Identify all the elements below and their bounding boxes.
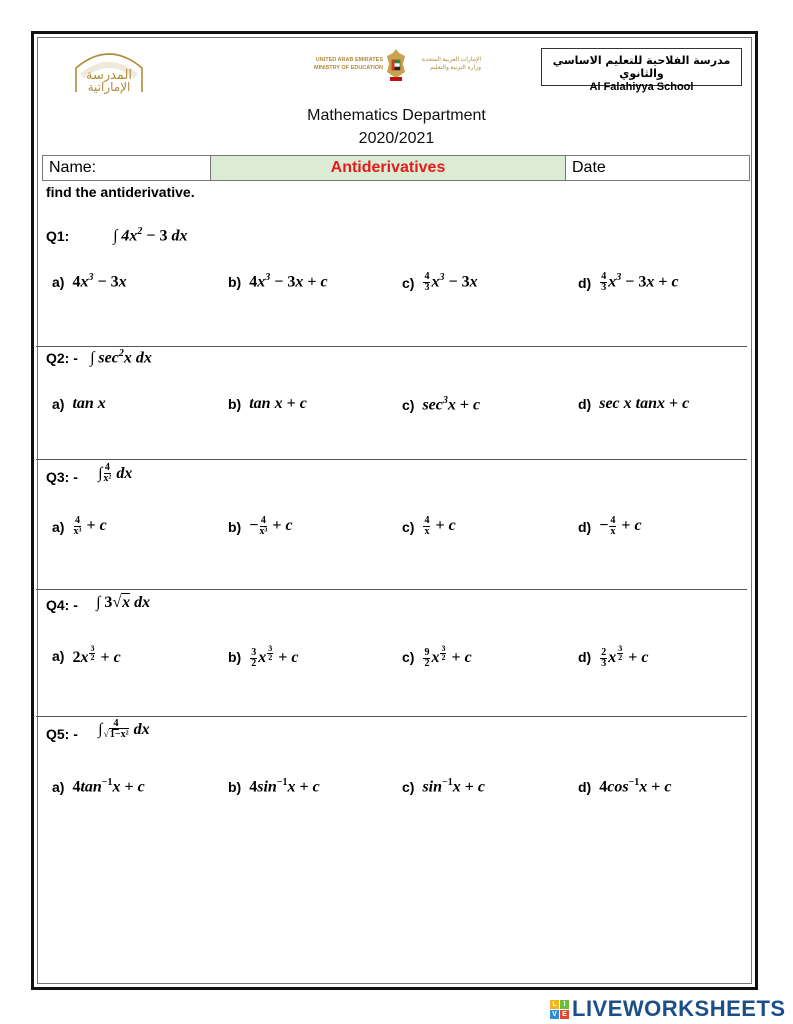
academic-year: 2020/2021 [358, 130, 435, 147]
option-a[interactable]: a) 4 x³ + c [52, 516, 107, 537]
option-d[interactable]: d) sec x tanx + c [578, 395, 689, 413]
separator [36, 589, 747, 590]
option-c[interactable]: c) sin−1x + c [402, 777, 485, 796]
option-d[interactable]: d) 4 3 x3 − 3x + c [578, 272, 679, 293]
question-label: Q3: - [46, 469, 78, 485]
question-expression: ∫ 4 x² dx [98, 462, 133, 484]
question-label: Q4: - [46, 597, 78, 613]
question-expression: ∫ sec2x dx [90, 348, 152, 367]
department-title: Mathematics Department [307, 107, 486, 124]
option-a[interactable]: a) 2x 3 2 + c [52, 645, 121, 667]
option-b[interactable]: b) 4sin−1x + c [228, 777, 320, 796]
separator [36, 346, 747, 347]
option-b[interactable]: b) 3 2 x 3 2 + c [228, 645, 298, 669]
moe-ar-line2: وزارة التربية والتعليم [429, 65, 481, 71]
logo-text-line2: الإماراتية [88, 80, 131, 94]
option-a[interactable]: a) 4tan−1x + c [52, 777, 145, 796]
moe-en-line1: UNITED ARAB EMIRATES [315, 57, 383, 63]
name-field[interactable]: Name: [43, 156, 211, 180]
name-label: Name: [49, 159, 97, 176]
option-d[interactable]: d) 4cos−1x + c [578, 777, 671, 796]
moe-ar-line1: الإمارات العربية المتحدة [421, 57, 481, 63]
brand-text: LIVEWORKSHEETS [572, 996, 786, 1021]
option-b[interactable]: b) 4x3 − 3x + c [228, 272, 328, 291]
option-c[interactable]: c) 9 2 x 3 2 + c [402, 645, 472, 669]
question-expression: ∫ 3√x dx [96, 593, 151, 611]
moe-en-line2: MINISTRY OF EDUCATION [314, 65, 383, 71]
date-field[interactable]: Date [566, 156, 749, 180]
date-label: Date [572, 159, 606, 176]
option-b[interactable]: b) tan x + c [228, 395, 307, 413]
school-name-en: Al Falahiyya School [589, 81, 694, 93]
question-label: Q5: - [46, 726, 78, 742]
question-label: Q2: - [46, 350, 78, 366]
emirati-school-logo: المدرسة الإماراتية [75, 53, 143, 94]
option-c[interactable]: c) sec3x + c [402, 395, 480, 414]
question-label: Q1: [46, 228, 70, 244]
option-d[interactable]: d) −4 x + c [578, 516, 642, 537]
worksheet-title: Antiderivatives [211, 156, 566, 180]
option-a[interactable]: a) tan x [52, 395, 106, 413]
school-name-ar: مدرسة الفلاحية للتعليم الاساسي والثانوي [552, 54, 731, 80]
instruction: find the antiderivative. [46, 184, 195, 200]
school-name-box: مدرسة الفلاحية للتعليم الاساسي والثانوي … [541, 48, 742, 93]
separator [36, 459, 747, 460]
liveworksheets-blocks-icon: L I V E [550, 999, 569, 1019]
option-c[interactable]: c) 4 3 x3 − 3x [402, 272, 478, 293]
option-b[interactable]: b) −4 x³ + c [228, 516, 293, 537]
option-c[interactable]: c) 4 x + c [402, 516, 456, 537]
info-row: Name: Antiderivatives Date [42, 155, 750, 181]
separator [36, 716, 747, 717]
question-expression: ∫ 4 √1−x² dx [98, 718, 150, 740]
option-a[interactable]: a) 4x3 − 3x [52, 272, 127, 291]
option-d[interactable]: d) 2 3 x 3 2 + c [578, 645, 648, 669]
ministry-logo: UNITED ARAB EMIRATES MINISTRY OF EDUCATI… [305, 48, 495, 108]
liveworksheets-logo: L I V E LIVEWORKSHEETS [550, 996, 786, 1022]
uae-emblem-icon [387, 49, 405, 81]
question-expression: ∫ 4x2 − 3 dx [113, 226, 188, 245]
